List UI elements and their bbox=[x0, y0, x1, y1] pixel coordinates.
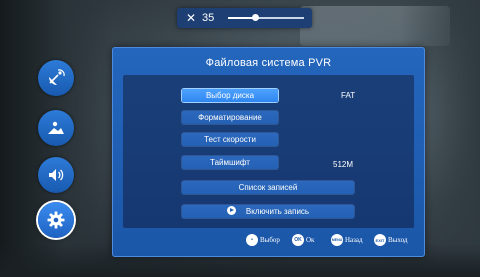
side-menu-settings[interactable] bbox=[38, 202, 74, 238]
start-record-label: Включить запись bbox=[245, 207, 310, 216]
volume-osd: ✕ 35 bbox=[177, 8, 312, 28]
options-panel: Выбор диска FAT Форматирование Тест скор… bbox=[123, 75, 414, 228]
hint-back-label: Назад bbox=[345, 236, 363, 244]
landscape-picture-icon bbox=[48, 121, 64, 134]
play-record-icon bbox=[226, 206, 236, 216]
start-record-button[interactable]: Включить запись bbox=[182, 205, 354, 218]
side-menu-channel[interactable] bbox=[38, 60, 74, 96]
hint-select-label: Выбор bbox=[260, 236, 280, 244]
speaker-icon: ✕ bbox=[186, 11, 197, 25]
volume-knob[interactable] bbox=[251, 14, 259, 21]
hint-exit-label: Выход bbox=[388, 236, 408, 244]
hint-exit: EXIT Выход bbox=[374, 233, 407, 247]
select-disk-value: FAT bbox=[341, 91, 356, 100]
dialog-title: Файловая система PVR bbox=[205, 57, 332, 69]
format-button[interactable]: Форматирование bbox=[182, 111, 278, 124]
pvr-filesystem-dialog: Файловая система PVR Выбор диска FAT Фор… bbox=[112, 47, 425, 257]
side-menu-picture[interactable] bbox=[38, 110, 74, 146]
record-list-button[interactable]: Список записей bbox=[182, 181, 354, 194]
ok-key-icon: OK bbox=[292, 234, 304, 246]
timeshift-button[interactable]: Таймшифт bbox=[182, 156, 278, 169]
menu-key-icon: MENU bbox=[331, 234, 343, 246]
exit-key-icon: EXIT bbox=[374, 234, 386, 246]
speed-test-button[interactable]: Тест скорости bbox=[182, 133, 278, 146]
hint-ok: OK Ок bbox=[292, 233, 314, 247]
hint-ok-label: Ок bbox=[306, 236, 315, 244]
timeshift-value: 512M bbox=[333, 160, 354, 169]
key-hints: • Выбор OK Ок MENU Назад EXIT Выход bbox=[246, 233, 416, 247]
satellite-dish-icon bbox=[49, 69, 65, 85]
speaker-sound-icon bbox=[49, 169, 64, 181]
volume-fill bbox=[228, 17, 255, 19]
gear-icon bbox=[47, 211, 65, 229]
volume-slider[interactable] bbox=[228, 14, 304, 21]
select-disk-button[interactable]: Выбор диска bbox=[182, 89, 278, 102]
hint-back: MENU Назад bbox=[331, 233, 363, 247]
hint-select: • Выбор bbox=[246, 233, 280, 247]
volume-value: 35 bbox=[202, 12, 215, 24]
side-menu-sound[interactable] bbox=[38, 157, 74, 193]
dpad-icon: • bbox=[246, 234, 258, 246]
